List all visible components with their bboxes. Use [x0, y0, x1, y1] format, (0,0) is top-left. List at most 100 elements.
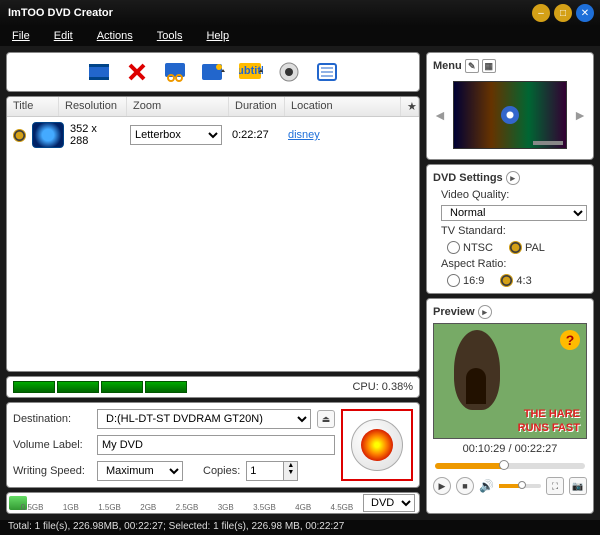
subtitle-button[interactable]: Subtitle [236, 58, 266, 86]
flame-icon [361, 429, 393, 461]
col-resolution[interactable]: Resolution [59, 97, 127, 116]
col-star[interactable]: ★ [401, 97, 419, 116]
size-ticks: 0.5GB1GB1.5GB2GB2.5GB3GB3.5GB4GB4.5GB [11, 493, 363, 513]
cell-location-link[interactable]: disney [288, 129, 320, 141]
aspect-ratio-label: Aspect Ratio: [441, 258, 587, 270]
destination-label: Destination: [13, 413, 91, 425]
volume-knob[interactable] [518, 481, 526, 489]
col-location[interactable]: Location [285, 97, 401, 116]
add-video-button[interactable] [84, 58, 114, 86]
preview-caption: THE HARERUNS FAST [518, 406, 580, 434]
video-quality-select[interactable]: Normal [441, 205, 587, 221]
zoom-select[interactable]: Letterbox [130, 125, 222, 145]
row-select-radio[interactable] [13, 129, 26, 142]
menu-next-button[interactable]: ► [573, 107, 587, 123]
pal-radio[interactable] [509, 241, 522, 254]
burn-button[interactable] [351, 419, 403, 471]
preview-panel: Preview ▸ ? THE HARERUNS FAST 00:10:29 /… [426, 298, 594, 514]
size-bar: 0.5GB1GB1.5GB2GB2.5GB3GB3.5GB4GB4.5GB DV… [6, 492, 420, 514]
dvd-settings-panel: DVD Settings ▸ Video Quality: Normal TV … [426, 164, 594, 294]
ar169-radio[interactable] [447, 274, 460, 287]
grid-header: Title Resolution Zoom Duration Location … [7, 97, 419, 117]
menu-help[interactable]: Help [206, 26, 229, 46]
col-zoom[interactable]: Zoom [127, 97, 229, 116]
size-tick: 2GB [140, 503, 156, 512]
menu-actions[interactable]: Actions [97, 26, 133, 46]
volume-label: Volume Label: [13, 439, 91, 451]
size-tick: 3GB [218, 503, 234, 512]
settings-expand-button[interactable]: ▸ [506, 171, 520, 185]
preview-header: Preview [433, 306, 475, 318]
menu-tools[interactable]: Tools [157, 26, 183, 46]
tv-standard-label: TV Standard: [441, 225, 587, 237]
spin-arrows[interactable]: ▲▼ [283, 462, 297, 480]
preview-time: 00:10:29 / 00:22:27 [433, 443, 587, 455]
disc-mode-select[interactable]: DVD [363, 494, 415, 512]
maximize-button[interactable]: □ [554, 4, 572, 22]
preview-viewport[interactable]: ? THE HARERUNS FAST [433, 323, 587, 439]
toolbar: Subtitle [6, 52, 420, 92]
size-tick: 0.5GB [21, 503, 44, 512]
menu-templates-button[interactable]: ▦ [482, 59, 496, 73]
menu-header: Menu [433, 60, 462, 72]
volume-input[interactable] [97, 435, 335, 455]
volume-slider[interactable] [499, 484, 541, 488]
size-tick: 1.5GB [98, 503, 121, 512]
minimize-button[interactable]: – [532, 4, 550, 22]
speed-label: Writing Speed: [13, 465, 91, 477]
menu-prev-button[interactable]: ◄ [433, 107, 447, 123]
video-thumbnail [32, 122, 64, 148]
size-tick: 4.5GB [331, 503, 354, 512]
properties-button[interactable] [312, 58, 342, 86]
cell-resolution: 352 x 288 [64, 123, 124, 147]
pal-radio-label[interactable]: PAL [509, 241, 545, 254]
table-row[interactable]: 352 x 288 Letterbox 0:22:27 disney [7, 117, 419, 153]
volume-icon[interactable]: 🔊 [479, 479, 494, 493]
close-button[interactable]: ✕ [576, 4, 594, 22]
seek-slider[interactable] [435, 463, 585, 469]
menu-thumbnail[interactable] [453, 81, 567, 149]
output-panel: Destination: D:(HL-DT-ST DVDRAM GT20N) ⏏… [6, 402, 420, 488]
size-tick: 2.5GB [176, 503, 199, 512]
ar43-radio-label[interactable]: 4:3 [500, 274, 531, 287]
ntsc-radio[interactable] [447, 241, 460, 254]
seek-knob[interactable] [499, 460, 509, 470]
play-button[interactable]: ▶ [433, 477, 451, 495]
effects-button[interactable] [198, 58, 228, 86]
ar43-radio[interactable] [500, 274, 513, 287]
copies-input[interactable] [247, 462, 283, 480]
menubar: File Edit Actions Tools Help [0, 26, 600, 46]
col-duration[interactable]: Duration [229, 97, 285, 116]
fullscreen-button[interactable]: ⛶ [546, 477, 564, 495]
eject-button[interactable]: ⏏ [317, 410, 335, 428]
dvd-settings-header: DVD Settings [433, 172, 503, 184]
ntsc-radio-label[interactable]: NTSC [447, 241, 493, 254]
meter-segment [57, 381, 99, 393]
edit-menu-button[interactable]: ✎ [465, 59, 479, 73]
snapshot-button[interactable]: 📷 [569, 477, 587, 495]
destination-select[interactable]: D:(HL-DT-ST DVDRAM GT20N) [97, 409, 311, 429]
disc-icon [501, 106, 519, 124]
video-quality-label: Video Quality: [441, 189, 587, 201]
copies-label: Copies: [203, 465, 240, 477]
seek-fill [435, 463, 504, 469]
stop-button[interactable]: ■ [456, 477, 474, 495]
svg-text:Subtitle: Subtitle [239, 65, 263, 77]
copies-stepper[interactable]: ▲▼ [246, 461, 298, 481]
audio-button[interactable] [274, 58, 304, 86]
titlebar: ImTOO DVD Creator – □ ✕ [0, 0, 600, 26]
ar169-radio-label[interactable]: 16:9 [447, 274, 484, 287]
menu-file[interactable]: File [12, 26, 30, 46]
status-bar: Total: 1 file(s), 226.98MB, 00:22:27; Se… [0, 520, 600, 535]
size-tick: 4GB [295, 503, 311, 512]
preview-expand-button[interactable]: ▸ [478, 305, 492, 319]
menu-edit[interactable]: Edit [54, 26, 73, 46]
cut-button[interactable] [160, 58, 190, 86]
help-icon[interactable]: ? [560, 330, 580, 350]
remove-button[interactable] [122, 58, 152, 86]
size-tick: 1GB [63, 503, 79, 512]
meter-segment [13, 381, 55, 393]
speed-select[interactable]: Maximum [97, 461, 183, 481]
col-title[interactable]: Title [7, 97, 59, 116]
window-title: ImTOO DVD Creator [6, 7, 528, 19]
